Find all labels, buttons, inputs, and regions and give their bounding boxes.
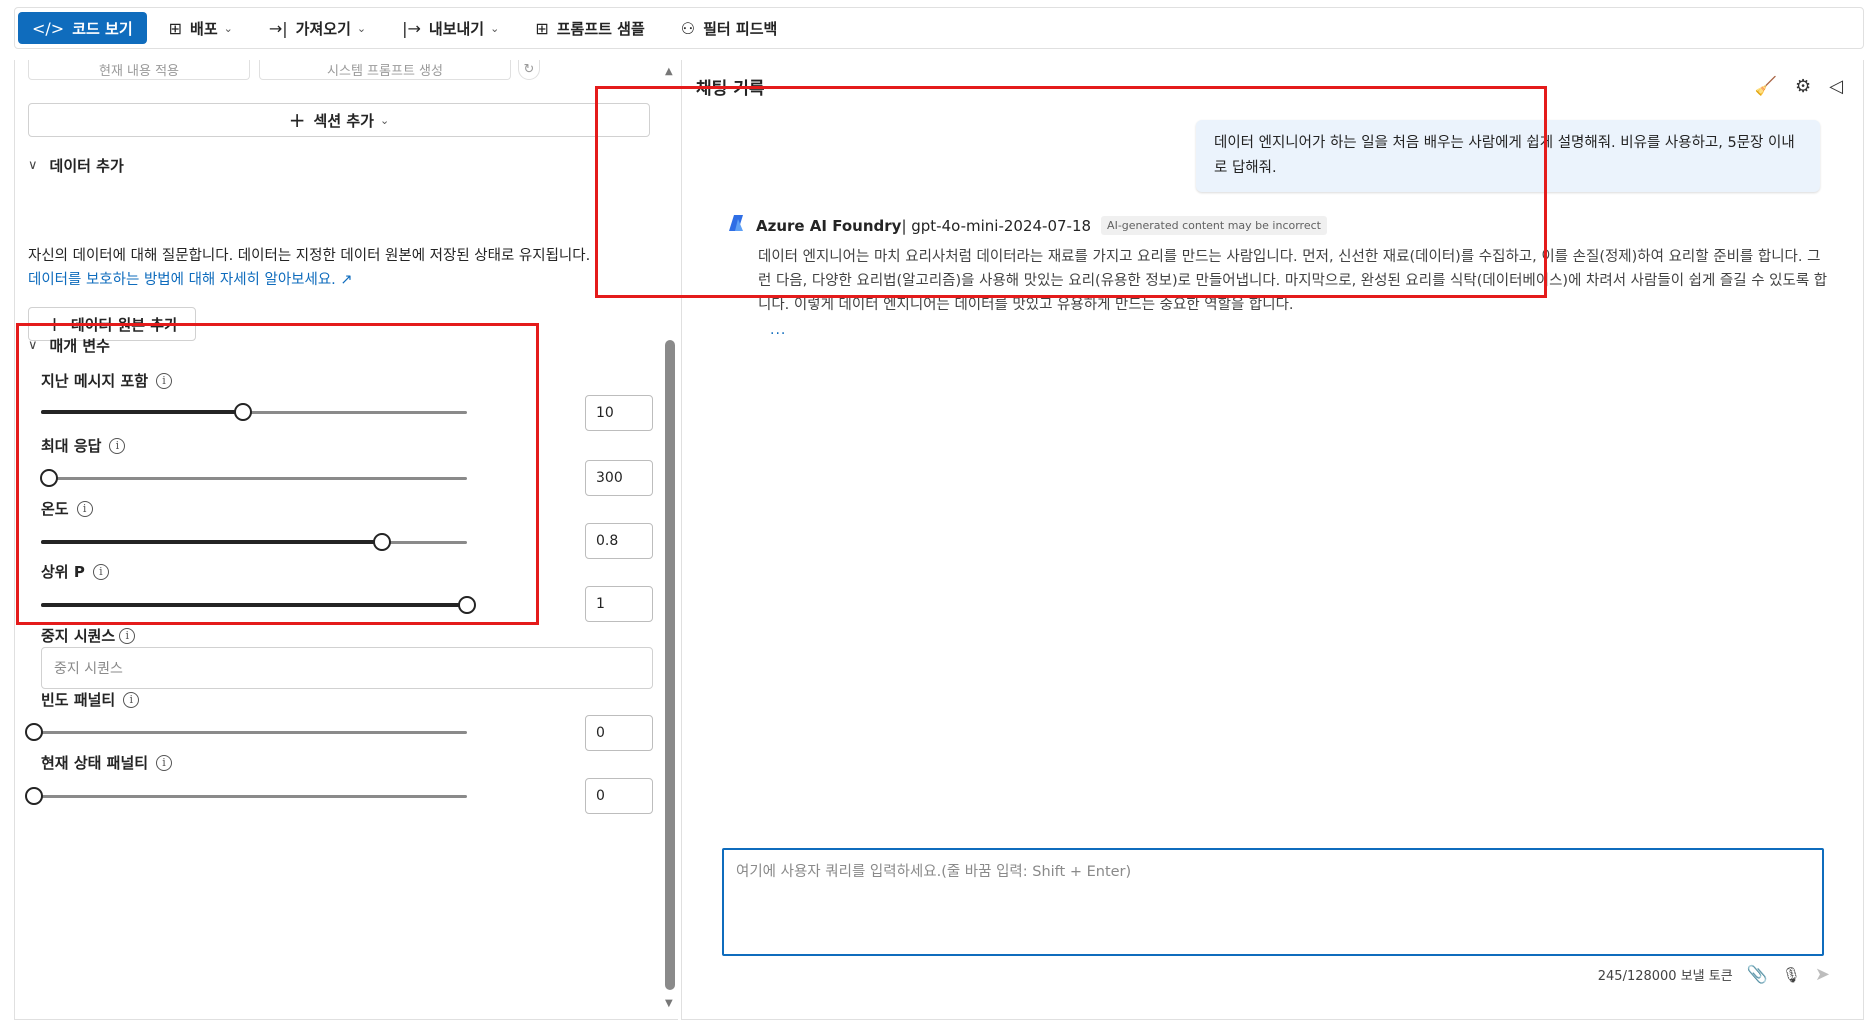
max-response-input[interactable]: 300 [585,460,653,496]
user-message: 데이터 엔지니어가 하는 일을 처음 배우는 사람에게 쉽게 설명해줘. 비유를… [1196,120,1820,192]
microphone-icon[interactable]: 🎙 [1782,966,1801,984]
slider-thumb[interactable] [25,723,43,741]
info-icon[interactable]: i [76,500,93,517]
chevron-down-icon: ⌄ [356,21,367,35]
attach-icon[interactable]: 📎 [1747,965,1768,985]
generate-system-prompt-button[interactable]: 시스템 프롬프트 생성 [259,60,511,80]
info-icon[interactable]: i [119,627,136,644]
top-p-label: 상위 P i [41,561,109,582]
import-button[interactable]: →| 가져오기 ⌄ [255,12,380,44]
chat-toolbar: 🧹 ⚙ ◁ [1755,76,1843,97]
slider-thumb[interactable] [458,596,476,614]
add-section-button[interactable]: + 섹션 추가 ⌄ [28,103,650,137]
code-icon: </> [32,18,65,38]
setup-scrollbar[interactable]: ▲ ▼ [662,60,678,1019]
filter-feedback-button[interactable]: ⚇ 필터 피드백 [667,12,792,44]
chevron-down-icon: ∨ [28,158,38,173]
slider-thumb[interactable] [372,533,391,551]
info-icon[interactable]: i [92,563,109,580]
presence-penalty-label: 현재 상태 패널티 i [41,752,173,773]
learn-more-link[interactable]: 데이터를 보호하는 방법에 대해 자세히 알아보세요. [28,272,336,288]
past-messages-input[interactable]: 10 [585,395,653,431]
export-icon: |→ [402,18,421,38]
setup-pane: 현재 내용 적용 시스템 프롬프트 생성 ↻ + 섹션 추가 ⌄ ∨ 데이터 추… [14,60,678,1020]
max-response-slider[interactable] [39,468,467,488]
deploy-button[interactable]: ⊞ 배포 ⌄ [155,12,247,44]
max-response-label: 최대 응답 i [41,435,126,456]
send-icon[interactable]: ➤ [1815,964,1830,985]
parameters-section-toggle[interactable]: ∨ 매개 변수 [28,335,110,356]
more-options-icon[interactable]: ... [770,322,786,338]
past-messages-slider[interactable] [41,402,467,422]
token-count: 245/128000 보낼 토큰 [1597,969,1733,984]
info-icon[interactable]: i [123,691,140,708]
frequency-penalty-label: 빈도 패널티 i [41,689,140,710]
chevron-down-icon: ⌄ [223,21,233,35]
bot-message: 데이터 엔지니어는 마치 요리사처럼 데이터라는 재료를 가지고 요리를 만드는… [758,249,1828,313]
gear-icon[interactable]: ⚙ [1795,76,1811,97]
temperature-slider[interactable] [41,532,467,552]
past-messages-label: 지난 메시지 포함 i [41,370,173,391]
scroll-down-icon[interactable]: ▼ [665,998,673,1009]
stop-sequence-label: 중지 시퀀스 i [41,625,136,646]
ai-disclaimer-badge: AI-generated content may be incorrect [1101,216,1327,235]
deploy-icon: ⊞ [168,18,183,38]
chat-pane: 채팅 기록 🧹 ⚙ ◁ 데이터 엔지니어가 하는 일을 처음 배우는 사람에게 … [681,60,1864,1020]
import-icon: →| [268,18,288,38]
stop-sequence-input[interactable]: 중지 시퀀스 [41,647,653,689]
frequency-penalty-input[interactable]: 0 [585,715,653,751]
chat-history-title: 채팅 기록 [696,79,765,99]
user-query-input[interactable]: 여기에 사용자 쿼리를 입력하세요.(줄 바꿈 입력: Shift + Ente… [722,848,1824,956]
apply-changes-button[interactable]: 현재 내용 적용 [28,60,250,80]
presence-penalty-input[interactable]: 0 [585,778,653,814]
data-description: 자신의 데이터에 대해 질문합니다. 데이터는 지정한 데이터 원본에 저장된 … [28,248,591,288]
slider-thumb[interactable] [25,787,43,805]
scroll-up-icon[interactable]: ▲ [665,66,673,77]
info-icon[interactable]: i [109,437,126,454]
info-icon[interactable]: i [156,372,173,389]
grid-icon: ⊞ [535,18,549,38]
feedback-icon: ⚇ [680,18,696,38]
top-p-slider[interactable] [41,595,476,615]
external-link-icon: ↗ [340,272,353,288]
query-footer: 245/128000 보낼 토큰 📎 🎙 ➤ [1582,964,1830,985]
view-code-button[interactable]: </> 코드 보기 [18,12,147,44]
speaker-icon[interactable]: ◁ [1829,76,1843,97]
info-icon[interactable]: i [156,754,173,771]
chevron-down-icon: ⌄ [490,21,500,35]
slider-thumb[interactable] [234,403,253,421]
top-p-input[interactable]: 1 [585,586,653,622]
top-toolbar: </> 코드 보기 ⊞ 배포 ⌄ →| 가져오기 ⌄ |→ 내보내기 ⌄ ⊞ 프… [14,7,1864,49]
chevron-down-icon: ⌄ [379,113,390,127]
chevron-down-icon: ∨ [28,338,38,353]
scrollbar-thumb[interactable] [665,340,675,990]
plus-icon: + [288,108,306,132]
frequency-penalty-slider[interactable] [25,722,467,742]
export-button[interactable]: |→ 내보내기 ⌄ [388,12,513,44]
bot-header: Azure AI Foundry | gpt-4o-mini-2024-07-1… [756,216,1327,235]
temperature-label: 온도 i [41,498,93,519]
presence-penalty-slider[interactable] [25,786,467,806]
prompt-samples-button[interactable]: ⊞ 프롬프트 샘플 [521,12,658,44]
temperature-input[interactable]: 0.8 [585,523,653,559]
azure-logo-icon [729,215,743,231]
slider-thumb[interactable] [39,469,58,487]
clear-chat-icon[interactable]: 🧹 [1755,76,1777,97]
refresh-icon[interactable]: ↻ [518,60,540,80]
add-data-section-toggle[interactable]: ∨ 데이터 추가 [28,155,124,176]
plus-icon: + [46,312,63,336]
